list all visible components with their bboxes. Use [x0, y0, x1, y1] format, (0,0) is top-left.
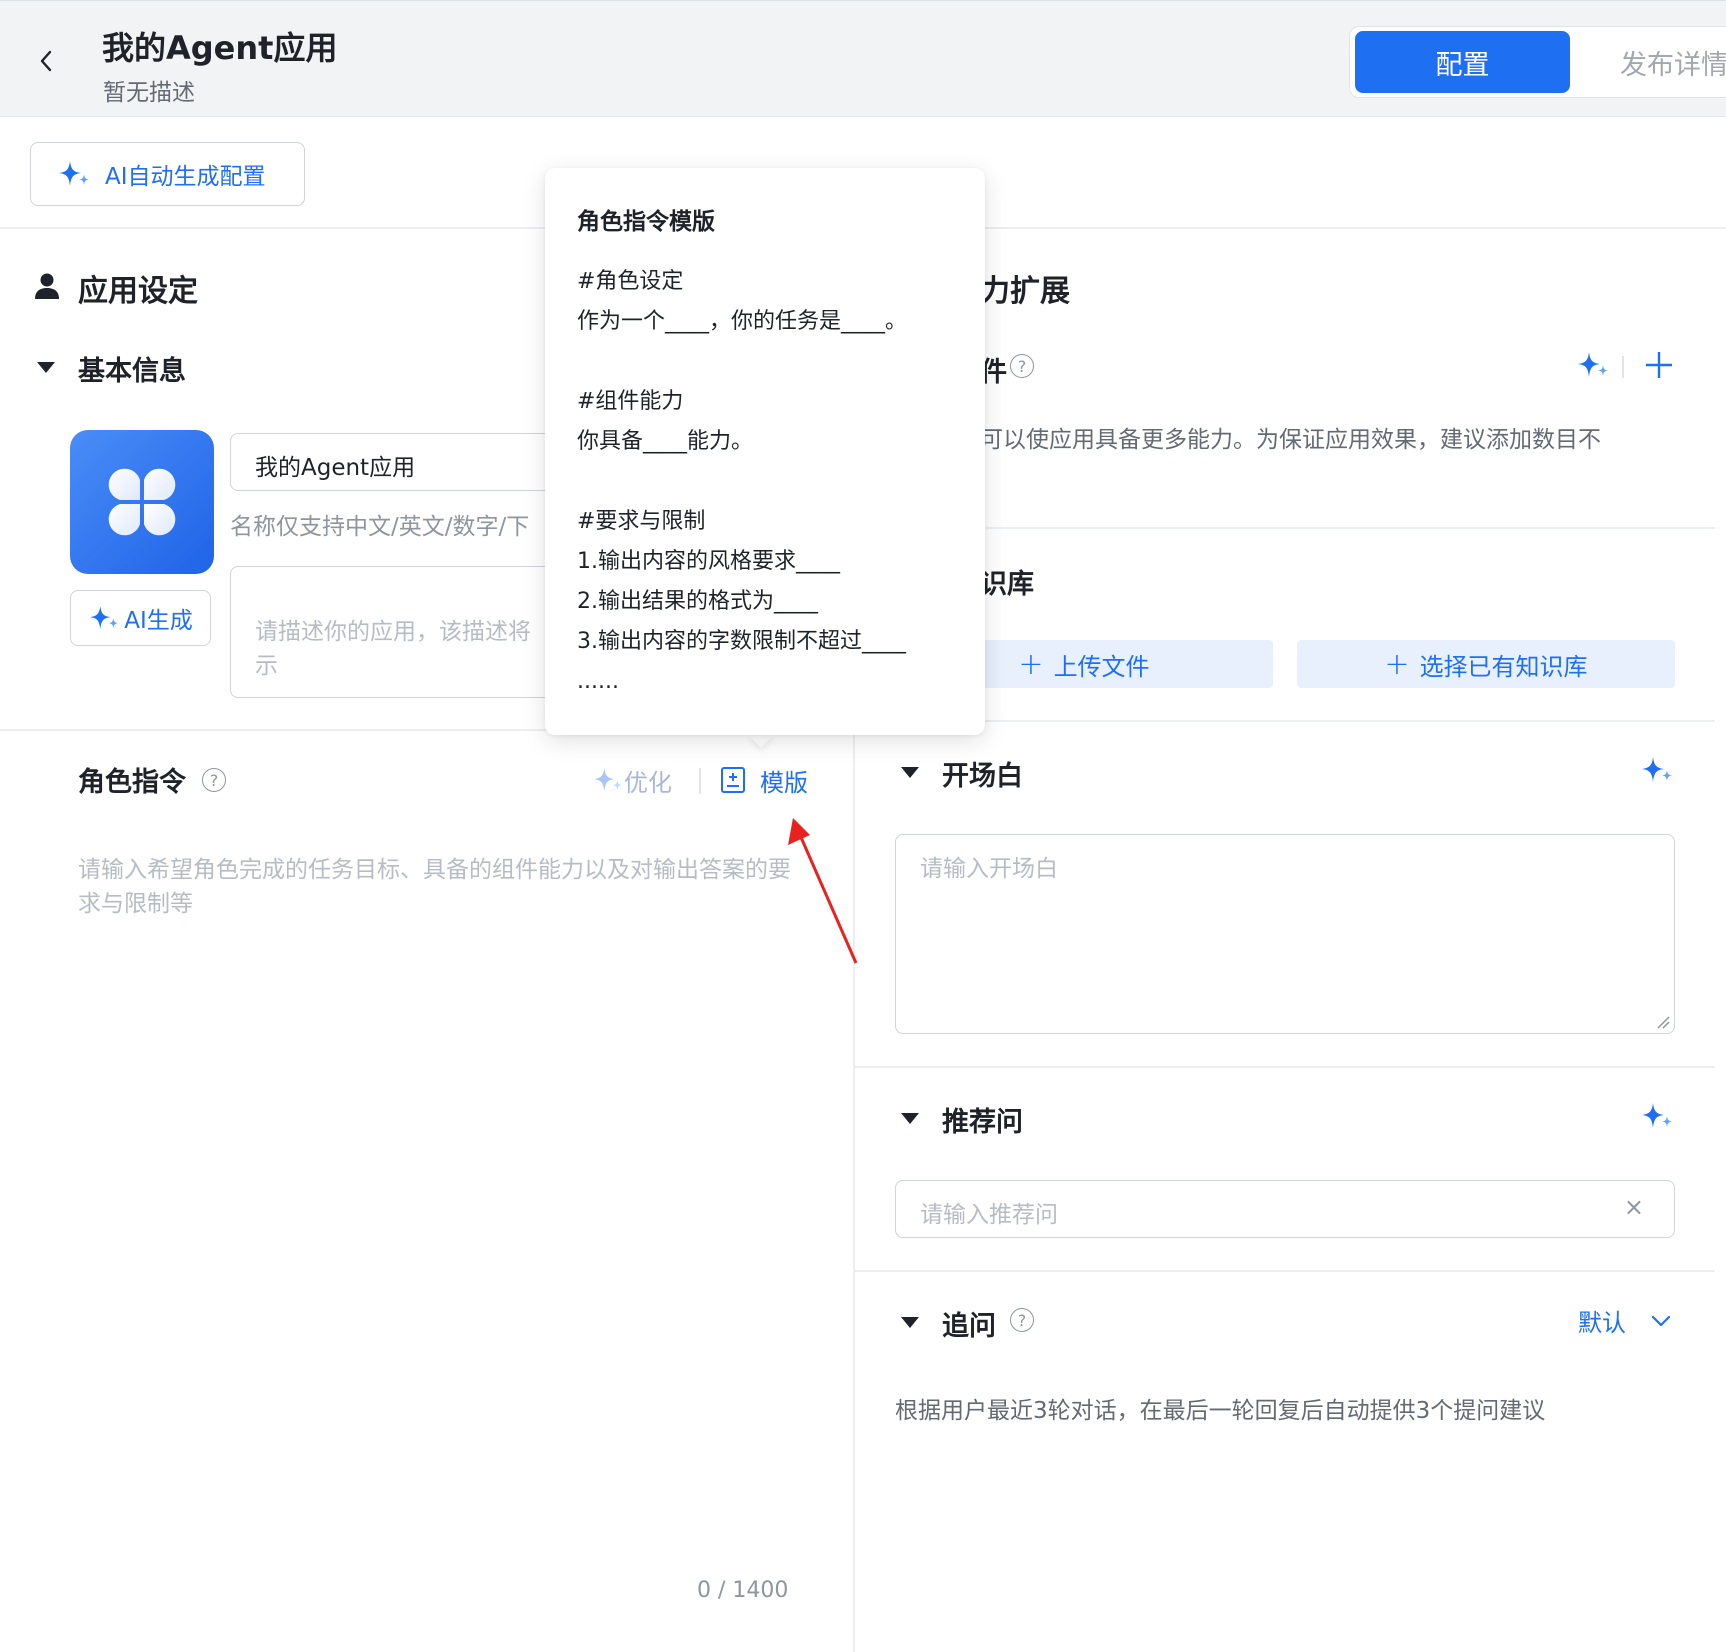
recommended-question-placeholder: 请输入推荐问: [920, 1202, 1058, 1228]
sparkle-icon: [1578, 352, 1608, 377]
user-icon: [35, 273, 59, 299]
sparkle-icon: [1642, 757, 1672, 782]
help-icon[interactable]: ?: [1010, 1308, 1034, 1332]
popover-spacer: [577, 462, 985, 502]
caret-down-icon[interactable]: [901, 1113, 919, 1124]
popover-line: 1.输出内容的风格要求____: [577, 549, 840, 574]
popover-line: 2.输出结果的格式为____: [577, 589, 818, 614]
app-settings-title: 应用设定: [78, 274, 198, 309]
divider: [1622, 356, 1624, 378]
app-description: 暂无描述: [103, 80, 195, 106]
popover-title: 角色指令模版: [577, 209, 715, 235]
optimize-label: 优化: [624, 768, 672, 797]
sparkle-icon: [59, 161, 89, 186]
knowledge-base-title: 识库: [980, 569, 1034, 600]
recommended-questions-title[interactable]: 推荐问: [942, 1100, 1023, 1139]
app-name-hint: 名称仅支持中文/英文/数字/下: [230, 514, 530, 540]
ai-auto-config-label: AI自动生成配置: [105, 164, 266, 190]
chevron-left-icon: [40, 50, 52, 72]
plugin-description: 可以使应用具备更多能力。为保证应用效果，建议添加数目不: [980, 427, 1601, 453]
divider: [699, 768, 701, 794]
upload-file-label: 上传文件: [1053, 652, 1150, 681]
recommended-question-input[interactable]: 请输入推荐问 ×: [895, 1180, 1675, 1238]
annotation-arrow-icon: [788, 818, 858, 964]
caret-down-icon[interactable]: [901, 767, 919, 778]
plus-icon: +: [1384, 646, 1410, 682]
clover-app-icon: [108, 468, 176, 536]
popover-line: 作为一个____，你的任务是____。: [577, 309, 908, 334]
optimize-button[interactable]: 优化: [592, 762, 672, 798]
ai-generate-button[interactable]: AI生成: [70, 590, 211, 646]
popover-line: #组件能力: [577, 389, 684, 414]
popover-line: 3.输出内容的字数限制不超过____: [577, 629, 906, 654]
follow-up-description: 根据用户最近3轮对话，在最后一轮回复后自动提供3个提问建议: [895, 1398, 1546, 1424]
role-instruction-input[interactable]: 请输入希望角色完成的任务目标、具备的组件能力以及对输出答案的要求与限制等: [78, 853, 798, 921]
caret-down-icon[interactable]: [901, 1317, 919, 1328]
back-button[interactable]: [30, 39, 62, 83]
role-instruction-title: 角色指令: [78, 767, 186, 798]
popover-spacer: [577, 342, 985, 382]
sparkle-icon: [1642, 1103, 1672, 1128]
tab-config[interactable]: 配置: [1355, 31, 1570, 93]
role-template-popover: 角色指令模版 #角色设定 作为一个____，你的任务是____。 #组件能力 你…: [545, 168, 985, 735]
sparkle-icon: [90, 605, 119, 630]
template-icon: [721, 767, 745, 793]
template-label: 模版: [760, 768, 808, 797]
divider: [855, 1066, 1715, 1068]
follow-up-title[interactable]: 追问: [942, 1304, 996, 1343]
select-knowledge-base-button[interactable]: + 选择已有知识库: [1297, 640, 1675, 688]
ai-auto-config-button[interactable]: AI自动生成配置: [30, 142, 305, 206]
app-header: 我的Agent应用 暂无描述 配置 发布详情: [0, 0, 1726, 117]
sparkle-icon: [594, 767, 622, 792]
opening-title[interactable]: 开场白: [942, 754, 1023, 793]
opening-placeholder: 请输入开场白: [920, 856, 1058, 882]
follow-up-mode-value: 默认: [1578, 1309, 1626, 1337]
close-icon[interactable]: ×: [1624, 1193, 1644, 1221]
popover-line: #要求与限制: [577, 509, 706, 534]
help-icon[interactable]: ?: [202, 768, 226, 792]
add-plugin-plus-icon[interactable]: [1644, 350, 1674, 380]
recommended-ai-button[interactable]: [1640, 1101, 1674, 1135]
caret-down-icon[interactable]: [37, 362, 55, 373]
plus-icon: +: [1018, 646, 1044, 682]
opening-ai-button[interactable]: [1640, 755, 1674, 789]
app-title: 我的Agent应用: [102, 29, 338, 67]
popover-line: #角色设定: [577, 269, 684, 294]
popover-line: ......: [577, 669, 619, 694]
ai-generate-label: AI生成: [124, 608, 193, 634]
tab-publish-details[interactable]: 发布详情: [1620, 31, 1726, 93]
basic-info-title[interactable]: 基本信息: [78, 349, 186, 388]
select-knowledge-base-label: 选择已有知识库: [1419, 652, 1588, 681]
opening-input[interactable]: 请输入开场白: [895, 834, 1675, 1034]
app-avatar[interactable]: [70, 430, 214, 574]
template-button[interactable]: 模版: [720, 762, 808, 798]
follow-up-mode-select[interactable]: 默认: [1578, 1303, 1672, 1338]
capability-extension-title: 力扩展: [980, 274, 1070, 309]
plugin-ai-button[interactable]: [1576, 350, 1610, 384]
app-description-placeholder: 请描述你的应用，该描述将 示: [255, 619, 531, 679]
divider: [855, 1270, 1715, 1272]
char-count: 0 / 1400: [697, 1578, 789, 1603]
popover-line: 你具备____能力。: [577, 429, 754, 454]
help-icon[interactable]: ?: [1010, 354, 1034, 378]
mode-tabs: 配置 发布详情: [1349, 26, 1726, 98]
resize-handle-icon[interactable]: [1656, 1015, 1670, 1029]
chevron-down-icon: [1651, 1315, 1671, 1326]
